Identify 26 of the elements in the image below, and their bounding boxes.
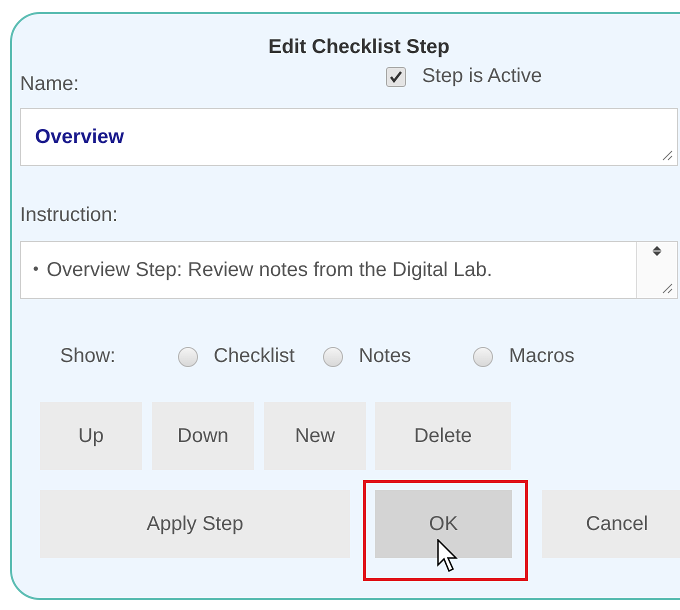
step-button[interactable]: Down (152, 402, 254, 470)
name-label: Name: (20, 73, 79, 96)
step-button[interactable]: Up (40, 402, 142, 470)
cursor-icon (437, 539, 459, 575)
instruction-label: Instruction: (20, 204, 118, 226)
step-button[interactable]: New (264, 402, 366, 470)
action-button[interactable]: Apply Step (40, 490, 350, 558)
scroll-arrows-icon[interactable] (651, 245, 663, 257)
active-checkbox[interactable] (386, 66, 406, 86)
radio-button[interactable] (178, 346, 198, 366)
dialog-title: Edit Checklist Step (268, 36, 450, 59)
scroll-gutter (636, 242, 677, 298)
radio-button[interactable] (472, 346, 493, 366)
name-field[interactable]: Overview (20, 108, 678, 166)
radio-button[interactable] (322, 346, 343, 366)
resize-grip-icon[interactable] (661, 282, 673, 294)
checkbox-label: Step is Active (422, 65, 542, 88)
show-label: Show: (60, 345, 116, 368)
radio-label: Macros (508, 345, 575, 368)
resize-grip-icon[interactable] (661, 149, 673, 161)
action-button[interactable]: Cancel (542, 490, 680, 558)
action-button[interactable]: OK (375, 490, 512, 558)
radio-label: Notes (358, 345, 411, 368)
step-button[interactable]: Delete (375, 402, 511, 470)
radio-label: Checklist (214, 345, 295, 368)
instruction-field[interactable]: • Overview Step: Review notes from the Digital Lab. (20, 241, 678, 299)
